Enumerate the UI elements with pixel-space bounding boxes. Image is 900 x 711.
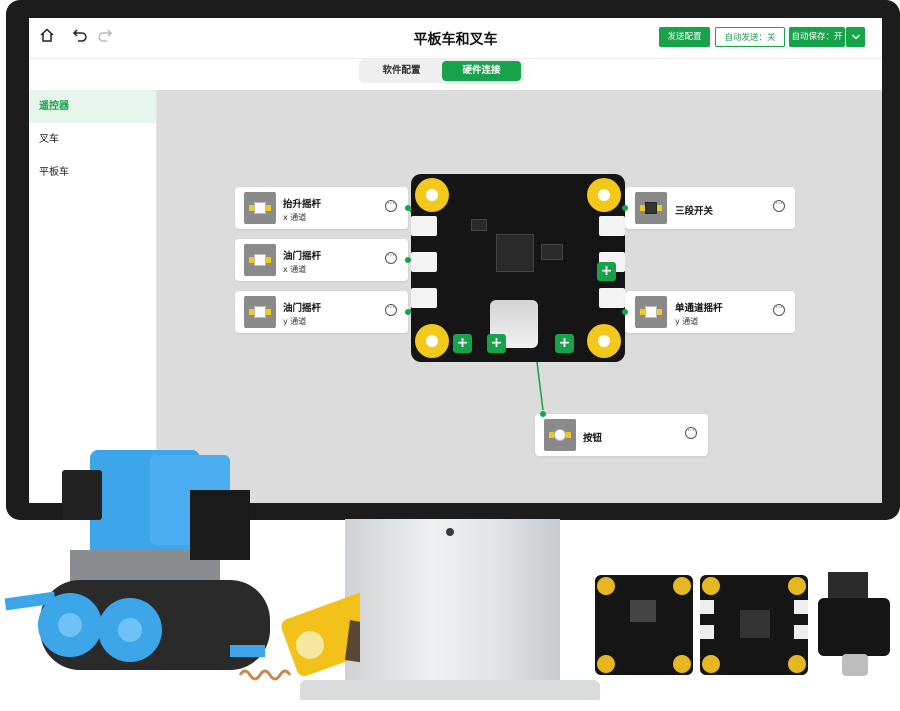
- joystick-thumbnail: [244, 244, 276, 276]
- connector-dot: [405, 309, 411, 315]
- right-port-3[interactable]: [599, 288, 625, 308]
- controller-board: + + + +: [411, 174, 625, 362]
- module-name: 油门摇杆: [283, 251, 322, 262]
- left-port-3[interactable]: [411, 288, 437, 308]
- sidebar-item-forklift[interactable]: 叉车: [29, 123, 156, 156]
- connector-dot: [405, 257, 411, 263]
- button-thumbnail: [544, 419, 576, 451]
- connector-dot: [405, 205, 411, 211]
- mount-hole: [587, 324, 621, 358]
- add-port-button[interactable]: +: [555, 334, 574, 353]
- connector-dot: [622, 205, 628, 211]
- module-channel: x 通道: [283, 265, 307, 274]
- module-card[interactable]: 油门摇杆 x 通道 ···: [235, 239, 411, 281]
- module-card[interactable]: 三段开关 ···: [622, 187, 795, 229]
- controller-boards-image: [595, 572, 890, 676]
- module-channel: y 通道: [283, 317, 307, 326]
- joystick-thumbnail: [244, 296, 276, 328]
- mount-hole: [415, 324, 449, 358]
- joystick-thumbnail: [244, 192, 276, 224]
- module-card[interactable]: 抬升摇杆 x 通道 ···: [235, 187, 411, 229]
- module-channel: y 通道: [675, 317, 699, 326]
- add-port-button[interactable]: +: [487, 334, 506, 353]
- connector-dot: [622, 309, 628, 315]
- app-header: 平板车和叉车 发送配置 自动发送：关 自动保存：开: [29, 18, 882, 59]
- switch-thumbnail: [635, 192, 667, 224]
- module-name: 抬升摇杆: [283, 199, 322, 210]
- module-name: 油门摇杆: [283, 303, 322, 314]
- view-tabs: 软件配置 硬件连接: [359, 59, 524, 83]
- more-icon[interactable]: ···: [773, 304, 785, 316]
- sidebar-item-flatbed[interactable]: 平板车: [29, 156, 156, 189]
- mcu-chip: [496, 234, 534, 272]
- module-name: 三段开关: [675, 206, 714, 217]
- module-channel: x 通道: [283, 213, 307, 222]
- add-port-button[interactable]: +: [453, 334, 472, 353]
- joystick-thumbnail: [635, 296, 667, 328]
- add-port-button[interactable]: +: [597, 262, 616, 281]
- tab-hardware-connection[interactable]: 硬件连接: [442, 61, 521, 81]
- chevron-down-icon: [851, 34, 860, 40]
- tab-software-config[interactable]: 软件配置: [362, 61, 441, 81]
- forklift-robot-image: [4, 450, 360, 681]
- more-icon[interactable]: ···: [773, 200, 785, 212]
- left-port-1[interactable]: [411, 216, 437, 236]
- mount-hole: [587, 178, 621, 212]
- send-config-button[interactable]: 发送配置: [659, 27, 710, 47]
- monitor-camera: [446, 528, 454, 536]
- more-icon[interactable]: ···: [685, 427, 697, 439]
- left-port-2[interactable]: [411, 252, 437, 272]
- more-icon[interactable]: ···: [385, 304, 397, 316]
- module-card[interactable]: 按钮 ···: [535, 411, 708, 456]
- auto-save-toggle[interactable]: 自动保存：开: [789, 27, 845, 47]
- ic-chip: [471, 219, 487, 231]
- monitor-stand: [345, 519, 560, 689]
- mount-hole: [415, 178, 449, 212]
- module-card[interactable]: 油门摇杆 y 通道 ···: [235, 291, 411, 333]
- module-card[interactable]: 单通道摇杆 y 通道 ···: [622, 291, 795, 333]
- connector-dot: [540, 411, 546, 417]
- module-name: 按钮: [583, 433, 603, 444]
- module-name: 单通道摇杆: [675, 303, 723, 314]
- more-icon[interactable]: ···: [385, 200, 397, 212]
- more-icon[interactable]: ···: [385, 252, 397, 264]
- auto-send-toggle[interactable]: 自动发送：关: [715, 27, 785, 47]
- sidebar-item-remote[interactable]: 遥控器: [29, 90, 156, 123]
- right-port-1[interactable]: [599, 216, 625, 236]
- auto-save-dropdown[interactable]: [846, 27, 865, 47]
- ic-chip: [541, 244, 563, 260]
